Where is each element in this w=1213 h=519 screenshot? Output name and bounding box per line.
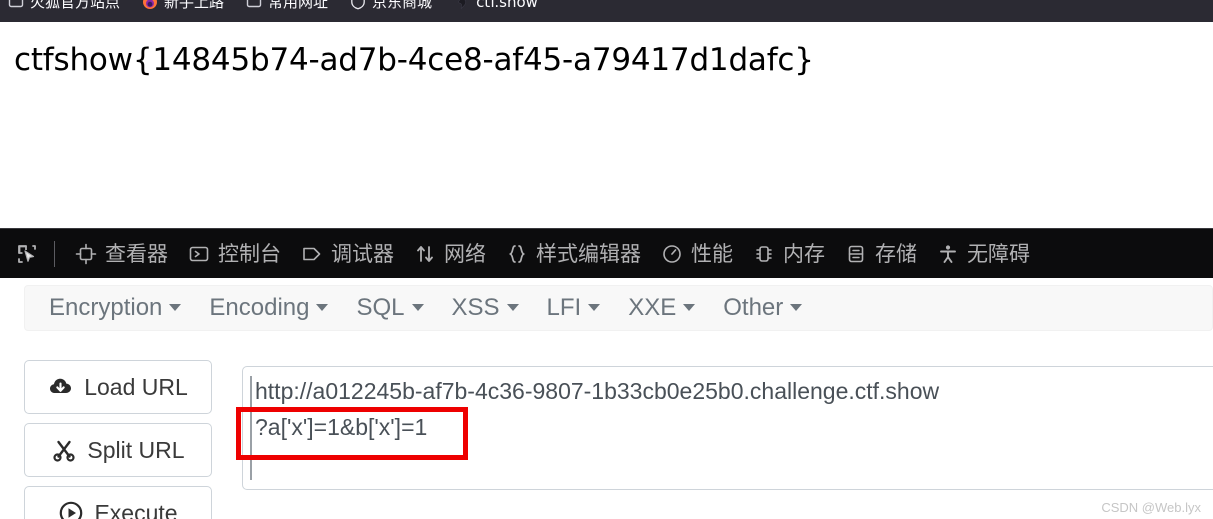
hackbar-menu-xss[interactable]: XSS: [438, 294, 533, 322]
execute-button[interactable]: Execute: [24, 486, 212, 519]
console-icon: [188, 243, 210, 265]
jd-shield-icon: [350, 0, 366, 10]
hackbar-menu-sql[interactable]: SQL: [342, 294, 437, 322]
debugger-icon: [301, 243, 323, 265]
element-picker-icon[interactable]: [10, 237, 44, 271]
devtools-tab-debugger[interactable]: 调试器: [291, 229, 404, 278]
devtools-tab-label: 调试器: [331, 241, 394, 266]
scissors-icon: [51, 437, 77, 463]
hackbar-button-label: Execute: [94, 500, 178, 519]
bookmark-item-1[interactable]: 新手上路: [142, 0, 224, 11]
bookmark-label: 常用网址: [268, 0, 329, 11]
devtools-tab-label: 样式编辑器: [536, 241, 641, 266]
devtools-tab-label: 存储: [875, 241, 917, 266]
devtools-toolbar: 查看器 控制台 调试器 网络 样式编辑器 性能 内存 存储 无障碍: [0, 228, 1213, 278]
hackbar-button-label: Split URL: [87, 437, 185, 463]
hackbar-menubar-inner: Encryption Encoding SQL XSS LFI XXE Othe…: [24, 285, 1213, 331]
hackbar-menu-label: Other: [723, 294, 784, 321]
hackbar-menu-label: LFI: [546, 294, 582, 321]
flag-text: ctfshow{14845b74-ad7b-4ce8-af45-a79417d1…: [14, 42, 814, 78]
hackbar-menu-encoding[interactable]: Encoding: [195, 294, 342, 322]
play-circle-icon: [58, 500, 84, 519]
chevron-down-icon: [316, 304, 329, 311]
accessibility-icon: [937, 243, 959, 265]
bookmark-folder-icon: [8, 0, 24, 10]
hackbar-menu-label: XXE: [628, 294, 677, 321]
devtools-tab-label: 内存: [783, 241, 825, 266]
chevron-down-icon: [169, 304, 182, 311]
hackbar-menu-other[interactable]: Other: [709, 294, 816, 322]
bookmark-label: ctf.show: [476, 0, 538, 11]
devtools-tab-console[interactable]: 控制台: [178, 229, 291, 278]
watermark-text: CSDN @Web.lyx: [1101, 500, 1201, 515]
hackbar-menu-label: XSS: [451, 294, 500, 321]
chevron-down-icon: [411, 304, 424, 311]
url-line-1: http://a012245b-af7b-4c36-9807-1b33cb0e2…: [255, 378, 940, 404]
devtools-tab-label: 网络: [444, 241, 486, 266]
memory-icon: [753, 243, 775, 265]
hackbar-menu-encryption[interactable]: Encryption: [35, 294, 195, 322]
url-line-2: ?a['x']=1&b['x']=1: [255, 414, 428, 440]
performance-icon: [661, 243, 683, 265]
browser-window: 火狐官方站点 新手上路 常用网址 京东商城 ctf.show ctfshow{1…: [0, 0, 1213, 519]
load-url-button[interactable]: Load URL: [24, 360, 212, 414]
bookmark-item-0[interactable]: 火狐官方站点: [8, 0, 120, 11]
hackbar-button-label: Load URL: [84, 374, 188, 400]
inspector-icon: [75, 243, 97, 265]
bookmark-item-4[interactable]: ctf.show: [454, 0, 538, 11]
ctfshow-icon: [454, 0, 470, 10]
devtools-tab-inspector[interactable]: 查看器: [65, 229, 178, 278]
devtools-tab-style-editor[interactable]: 样式编辑器: [496, 229, 651, 278]
devtools-tab-label: 查看器: [105, 241, 168, 266]
hackbar-menu-label: Encoding: [209, 294, 310, 321]
hackbar-menubar: Encryption Encoding SQL XSS LFI XXE Othe…: [0, 278, 1213, 336]
chevron-down-icon: [790, 304, 803, 311]
storage-icon: [845, 243, 867, 265]
devtools-tab-performance[interactable]: 性能: [651, 229, 743, 278]
bookmark-item-2[interactable]: 常用网址: [246, 0, 328, 11]
hackbar-menu-xxe[interactable]: XXE: [614, 294, 709, 322]
bookmark-label: 京东商城: [372, 0, 433, 11]
devtools-tab-label: 性能: [691, 241, 733, 266]
hackbar-actions: Load URL Split URL Execute: [24, 360, 212, 519]
network-icon: [414, 243, 436, 265]
bookmark-label: 新手上路: [164, 0, 225, 11]
split-url-button[interactable]: Split URL: [24, 423, 212, 477]
bookmark-label: 火狐官方站点: [30, 0, 121, 11]
chevron-down-icon: [506, 304, 519, 311]
devtools-tab-label: 无障碍: [967, 241, 1030, 266]
page-viewport: ctfshow{14845b74-ad7b-4ce8-af45-a79417d1…: [0, 22, 1213, 228]
devtools-tab-storage[interactable]: 存储: [835, 229, 927, 278]
cloud-download-icon: [48, 374, 74, 400]
devtools-tab-memory[interactable]: 内存: [743, 229, 835, 278]
devtools-tab-accessibility[interactable]: 无障碍: [927, 229, 1040, 278]
bookmark-folder-icon: [246, 0, 262, 10]
hackbar-panel: Load URL Split URL Execute http://a01224…: [0, 336, 1213, 519]
chevron-down-icon: [588, 304, 601, 311]
bookmarks-toolbar: 火狐官方站点 新手上路 常用网址 京东商城 ctf.show: [0, 0, 1213, 22]
devtools-tab-label: 控制台: [218, 241, 281, 266]
firefox-icon: [142, 0, 158, 10]
text-cursor: [250, 376, 252, 480]
style-editor-icon: [506, 243, 528, 265]
hackbar-menu-label: Encryption: [49, 294, 163, 321]
devtools-tab-network[interactable]: 网络: [404, 229, 496, 278]
url-textarea[interactable]: http://a012245b-af7b-4c36-9807-1b33cb0e2…: [242, 366, 1213, 490]
chevron-down-icon: [683, 304, 696, 311]
hackbar-menu-label: SQL: [356, 294, 405, 321]
bookmark-item-3[interactable]: 京东商城: [350, 0, 432, 11]
hackbar-menu-lfi[interactable]: LFI: [533, 294, 615, 322]
toolbar-divider: [54, 240, 55, 267]
